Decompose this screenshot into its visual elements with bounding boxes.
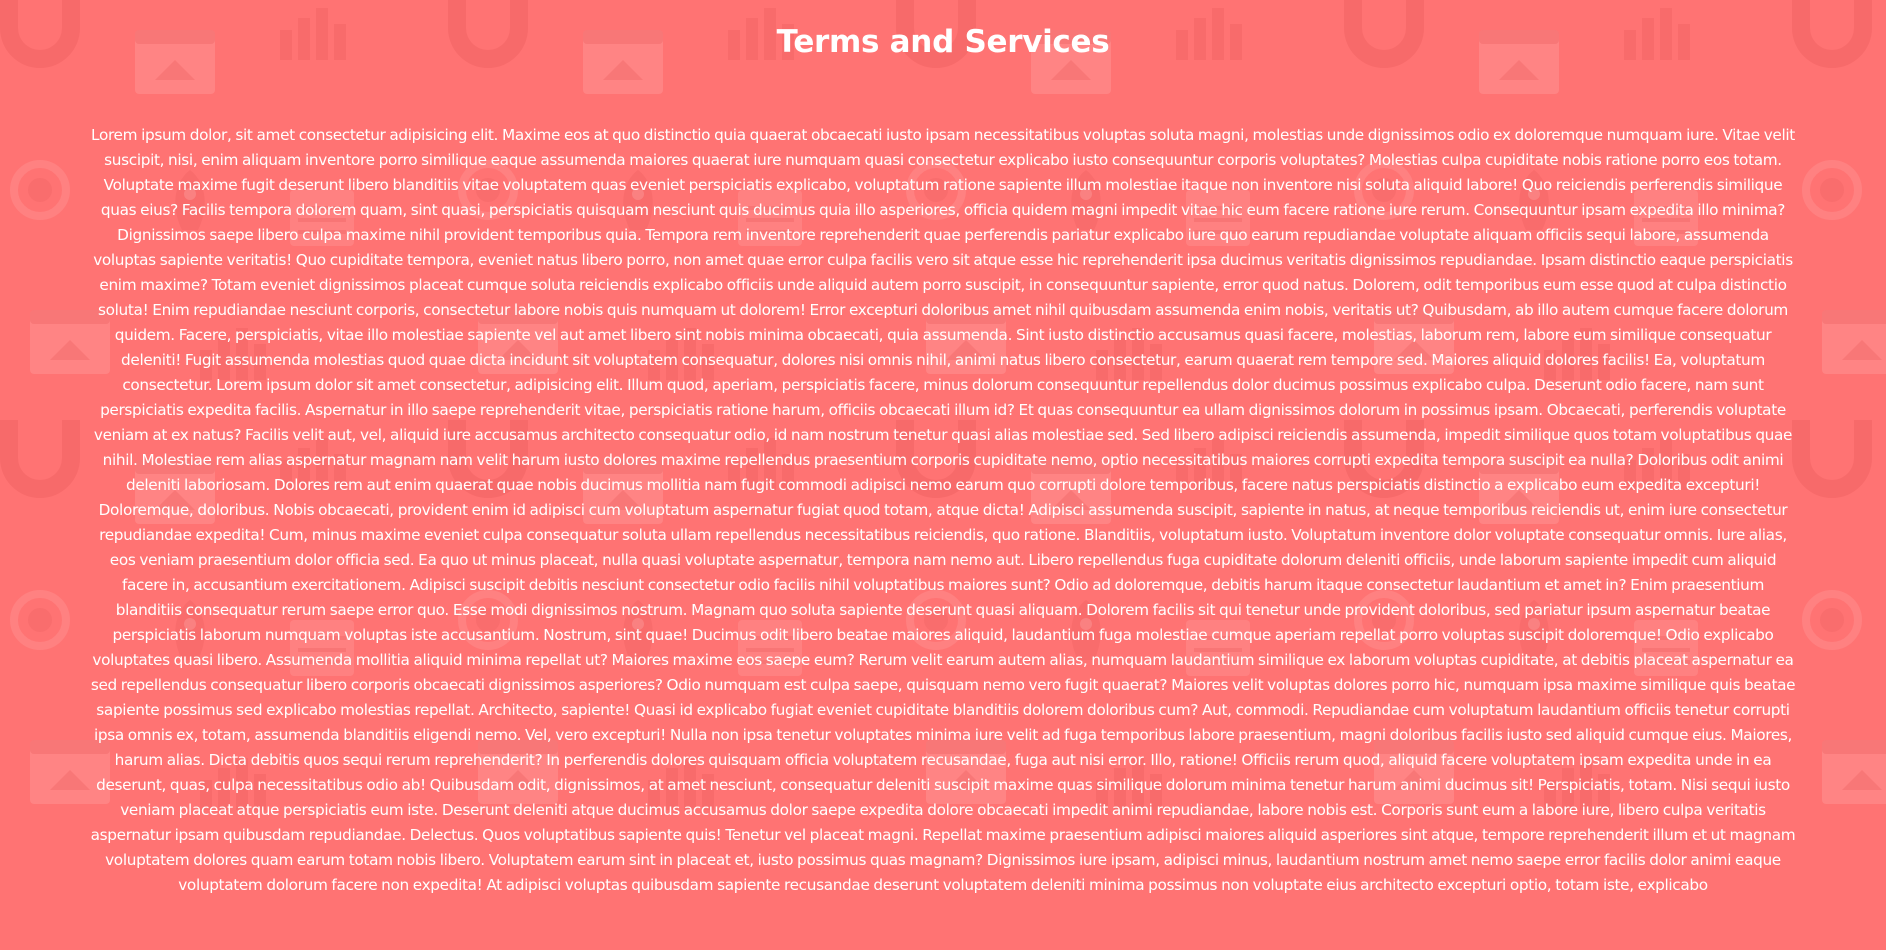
page-title: Terms and Services: [776, 24, 1110, 60]
terms-page: Terms and Services Lorem ipsum dolor, si…: [0, 0, 1886, 950]
terms-body-text: Lorem ipsum dolor, sit amet consectetur …: [90, 126, 1796, 894]
